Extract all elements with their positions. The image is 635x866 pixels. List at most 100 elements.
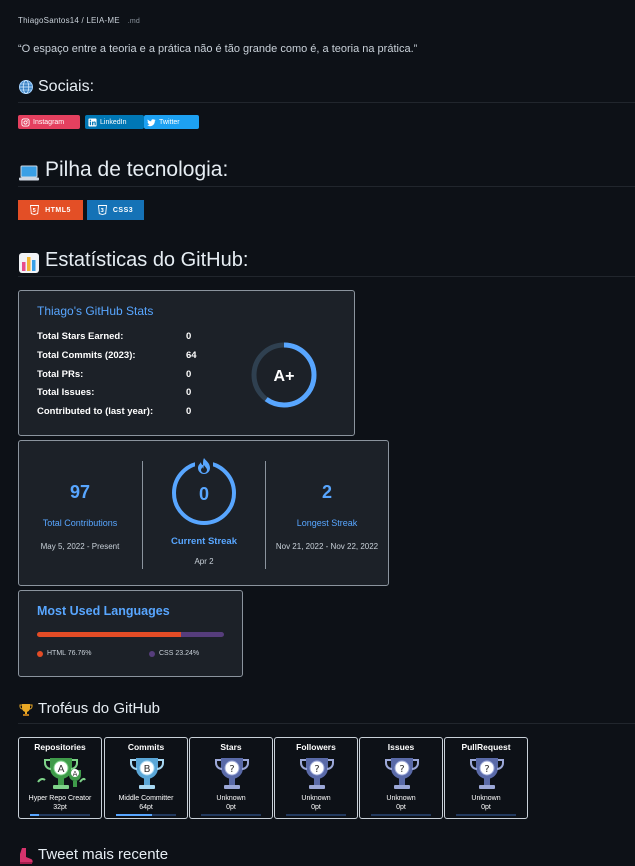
trophy-rank: A — [58, 764, 65, 775]
trophy-cup-icon: B — [130, 758, 164, 789]
language-label: CSS 23.24% — [159, 650, 200, 657]
total-contributions-range: May 5, 2022 - Present — [40, 542, 120, 551]
trophy-progress-bar — [286, 814, 346, 816]
section-stack-heading: Pilha de tecnologia: — [18, 156, 228, 184]
instagram-badge[interactable]: Instagram — [18, 115, 80, 129]
divider — [18, 102, 635, 103]
trophy-card-followers[interactable]: Followers? Unknown 0pt — [274, 737, 358, 819]
section-trophies-heading: Troféus do GitHub — [18, 699, 160, 718]
trophy-rank: B — [144, 764, 151, 775]
stat-value: 64 — [186, 350, 197, 361]
divider — [265, 461, 266, 569]
longest-streak-label: Longest Streak — [296, 518, 358, 528]
trophy-name: Unknown — [386, 795, 416, 802]
trophy-progress-fill — [116, 814, 152, 816]
divider — [142, 461, 143, 569]
instagram-icon — [21, 117, 30, 127]
trophy-progress-bar — [30, 814, 90, 816]
trophy-subtitle: Middle Committer 64pt — [105, 794, 187, 812]
current-streak-range: Apr 2 — [194, 557, 214, 566]
twitter-badge[interactable]: Twitter — [144, 115, 199, 129]
trophy-name: Unknown — [216, 795, 246, 802]
boot-icon — [20, 848, 33, 864]
trophy-points: 0pt — [396, 804, 406, 811]
language-legend-item: HTML 76.76% — [37, 650, 91, 657]
trophy-subtitle: Unknown 0pt — [360, 794, 442, 812]
html5-icon: 5 — [30, 205, 40, 215]
breadcrumb-path[interactable]: ThiagoSantos14 / LEIA-ME — [18, 16, 120, 25]
trophy-title: Repositories — [34, 742, 86, 752]
stats-card-title: Thiago's GitHub Stats — [37, 304, 154, 318]
stat-value: 0 — [186, 369, 192, 380]
trophy-name: Unknown — [301, 795, 331, 802]
twitter-label: Twitter — [159, 118, 180, 126]
trophy-icon — [19, 704, 33, 716]
breadcrumb[interactable]: ThiagoSantos14 / LEIA-ME .md — [18, 16, 140, 25]
trophy-cup-icon: ? — [215, 758, 249, 789]
stat-label: Total Commits (2023): — [37, 350, 136, 361]
trophy-rank: ? — [314, 764, 319, 775]
total-contributions-value: 97 — [69, 482, 91, 502]
divider — [18, 186, 635, 187]
trophy-card-repositories[interactable]: Repositories A A Hyper Repo Creator 32pt — [18, 737, 102, 819]
language-segment-css — [180, 632, 224, 637]
file-extension: .md — [127, 18, 141, 25]
bar-chart-icon — [19, 253, 39, 273]
trophy-progress-bar — [201, 814, 261, 816]
globe-icon — [19, 80, 33, 94]
trophy-title: PullRequest — [461, 742, 511, 752]
html5-badge[interactable]: 5 HTML5 — [18, 200, 83, 220]
rank-grade: A+ — [274, 368, 295, 385]
trophy-rank: ? — [399, 764, 404, 775]
trophy-progress-bar — [456, 814, 516, 816]
trophy-card-commits[interactable]: Commits B Middle Committer 64pt — [104, 737, 188, 819]
trophy-progress-bar — [371, 814, 431, 816]
trophy-points: 32pt — [53, 804, 67, 811]
section-trophies-title: Troféus do GitHub — [38, 700, 160, 717]
trophy-cup-icon: AA — [37, 758, 86, 789]
trophy-name: Hyper Repo Creator — [28, 795, 92, 802]
trophy-card-stars[interactable]: Stars? Unknown 0pt — [189, 737, 273, 819]
trophy-card-issues[interactable]: Issues? Unknown 0pt — [359, 737, 443, 819]
section-social-heading: Sociais: — [18, 78, 94, 96]
stat-value: 0 — [186, 406, 192, 417]
linkedin-badge[interactable]: LinkedIn — [85, 115, 144, 129]
trophy-cup-icon: ? — [470, 758, 504, 789]
github-stats-card[interactable]: Thiago's GitHub Stats Total Stars Earned… — [18, 290, 355, 436]
trophy-name: Unknown — [471, 795, 501, 802]
trophy-subtitle: Unknown 0pt — [275, 794, 357, 812]
instagram-label: Instagram — [33, 118, 65, 126]
svg-text:5: 5 — [33, 208, 37, 214]
trophy-points: 0pt — [226, 804, 236, 811]
html5-label: HTML5 — [45, 206, 71, 214]
stat-label: Total PRs: — [37, 369, 84, 380]
trophy-points: 64pt — [139, 804, 153, 811]
quote-text: “O espaço entre a teoria e a prática não… — [18, 43, 418, 55]
language-legend-item: CSS 23.24% — [149, 650, 199, 657]
most-used-languages-card[interactable]: Most Used Languages HTML 76.76% CSS 23.2… — [18, 590, 243, 677]
trophy-title: Stars — [220, 742, 242, 752]
twitter-icon — [147, 118, 156, 126]
trophy-title: Followers — [296, 742, 336, 752]
section-social-title: Sociais: — [38, 78, 95, 95]
svg-text:A: A — [73, 770, 78, 778]
divider — [18, 276, 635, 277]
trophy-title: Issues — [387, 742, 415, 752]
trophy-progress-bar — [116, 814, 176, 816]
language-label: HTML 76.76% — [47, 650, 92, 657]
css3-icon: 3 — [97, 205, 107, 215]
longest-streak-range: Nov 21, 2022 - Nov 22, 2022 — [275, 542, 379, 551]
language-dot — [149, 650, 155, 657]
laptop-icon — [19, 165, 39, 181]
trophy-subtitle: Hyper Repo Creator 32pt — [19, 794, 101, 812]
trophy-card-pullrequest[interactable]: PullRequest? Unknown 0pt — [444, 737, 528, 819]
streak-stats-card[interactable]: 97 Total Contributions May 5, 2022 - Pre… — [18, 440, 389, 586]
trophy-points: 0pt — [481, 804, 491, 811]
stat-label: Total Stars Earned: — [37, 331, 124, 342]
trophy-rank: ? — [229, 764, 234, 775]
trophy-progress-fill — [30, 814, 39, 816]
total-contributions-label: Total Contributions — [42, 518, 118, 528]
css3-badge[interactable]: 3 CSS3 — [87, 200, 144, 220]
current-streak-label: Current Streak — [171, 536, 237, 547]
language-dot — [37, 650, 43, 657]
